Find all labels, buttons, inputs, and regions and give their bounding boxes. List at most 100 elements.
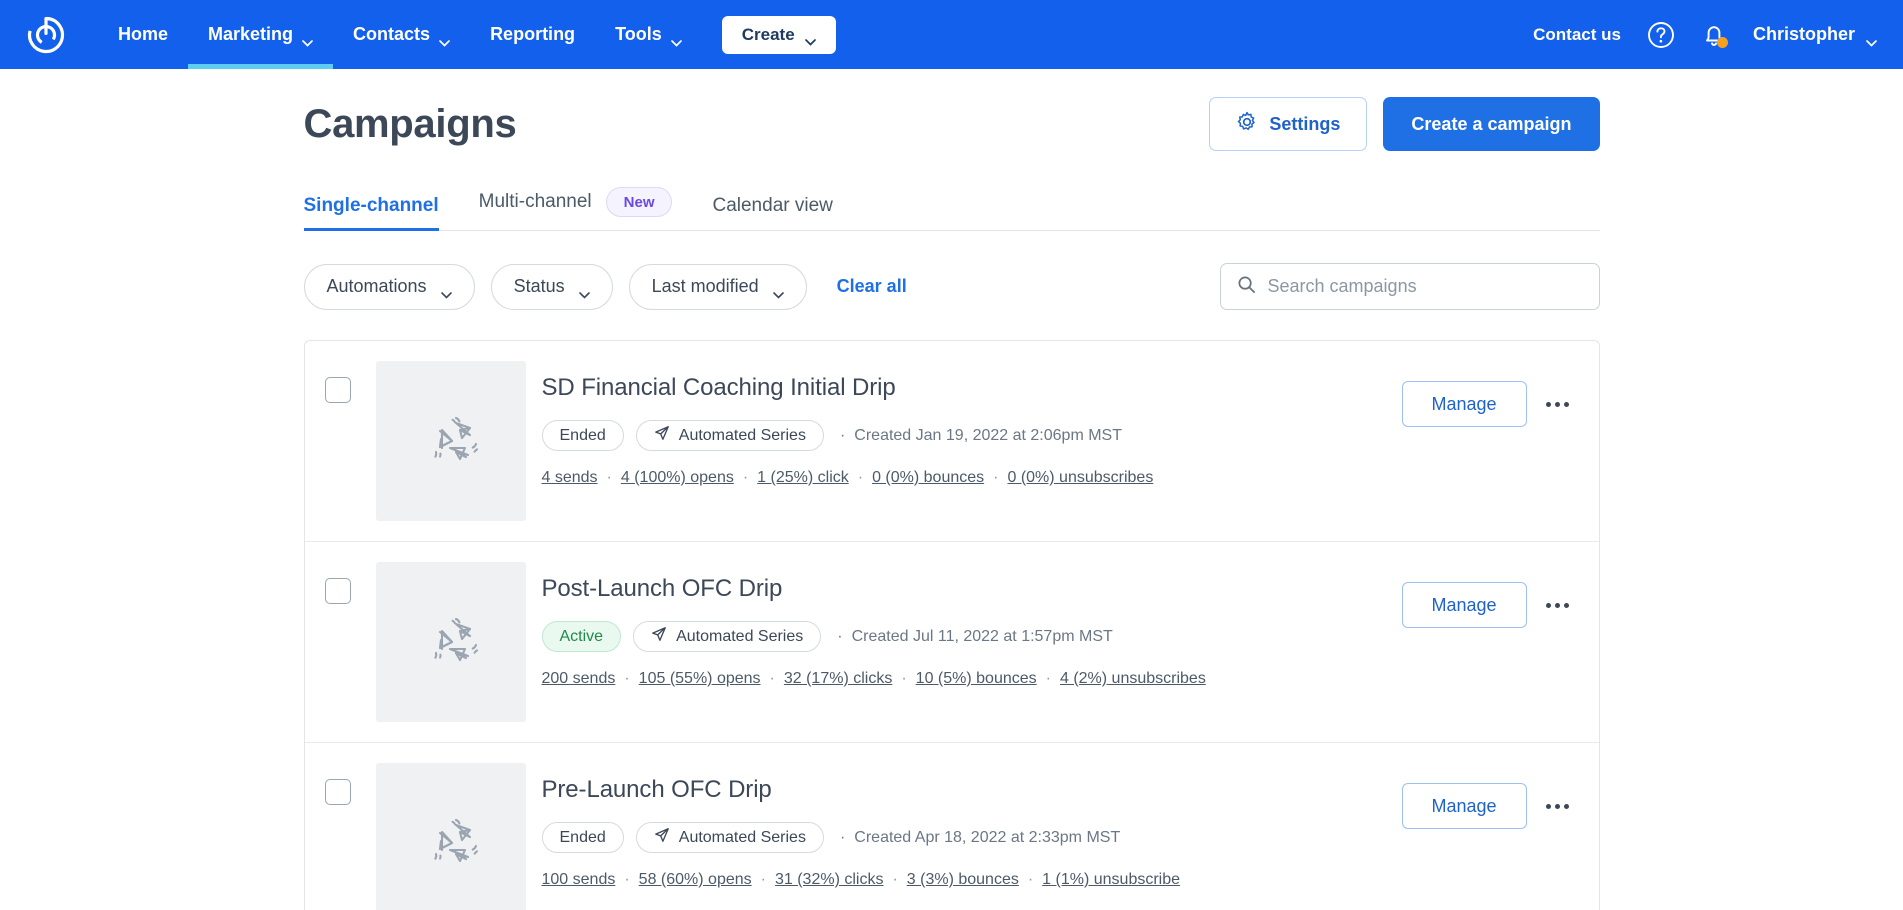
stat-bounces[interactable]: 0 (0%) bounces (872, 469, 984, 486)
bullet-separator: · (624, 670, 629, 687)
stat-unsubscribes[interactable]: 1 (1%) unsubscribe (1042, 871, 1180, 888)
stat-bounces[interactable]: 3 (3%) bounces (907, 871, 1019, 888)
contact-us-link[interactable]: Contact us (1533, 25, 1621, 45)
manage-button[interactable]: Manage (1402, 582, 1527, 628)
created-date: ·Created Jan 19, 2022 at 2:06pm MST (840, 427, 1122, 445)
filter-label: Status (514, 276, 565, 297)
stat-opens[interactable]: 58 (60%) opens (639, 871, 752, 888)
bullet-separator: · (840, 427, 845, 444)
campaign-meta: Ended Automated Series ·Created Apr 18, … (542, 822, 1402, 853)
row-checkbox[interactable] (325, 779, 351, 805)
stat-sends[interactable]: 100 sends (542, 871, 616, 888)
campaign-type-label: Automated Series (679, 829, 806, 847)
nav-item-label: Reporting (490, 24, 575, 45)
manage-button[interactable]: Manage (1402, 381, 1527, 427)
nav-right-group: Contact us Christopher (1533, 21, 1877, 49)
chevron-down-icon (805, 31, 816, 38)
nav-item-contacts[interactable]: Contacts (333, 0, 470, 69)
paper-airplanes-icon (376, 763, 526, 910)
campaign-type-label: Automated Series (676, 628, 803, 646)
nav-item-marketing[interactable]: Marketing (188, 0, 333, 69)
chevron-down-icon (441, 283, 452, 290)
nav-item-home[interactable]: Home (98, 0, 188, 69)
table-row[interactable]: SD Financial Coaching Initial Drip Ended… (305, 341, 1599, 542)
nav-item-label: Home (118, 24, 168, 45)
bullet-separator: · (743, 469, 748, 486)
stat-sends[interactable]: 200 sends (542, 670, 616, 687)
table-row[interactable]: Post-Launch OFC Drip Active Automated Se… (305, 542, 1599, 743)
stat-clicks[interactable]: 31 (32%) clicks (775, 871, 883, 888)
stat-bounces[interactable]: 10 (5%) bounces (916, 670, 1037, 687)
stat-clicks[interactable]: 1 (25%) click (757, 469, 849, 486)
more-options-icon[interactable] (1541, 387, 1575, 421)
nav-item-reporting[interactable]: Reporting (470, 0, 595, 69)
created-date: ·Created Apr 18, 2022 at 2:33pm MST (840, 829, 1120, 847)
tab-multi-channel[interactable]: Multi-channel New (479, 187, 673, 230)
stat-opens[interactable]: 4 (100%) opens (621, 469, 734, 486)
tab-label: Multi-channel (479, 191, 592, 213)
user-menu[interactable]: Christopher (1753, 24, 1877, 45)
filter-status[interactable]: Status (491, 264, 613, 310)
settings-button[interactable]: Settings (1209, 97, 1367, 151)
campaign-type-badge: Automated Series (636, 822, 824, 853)
more-options-icon[interactable] (1541, 789, 1575, 823)
bullet-separator: · (1046, 670, 1051, 687)
create-campaign-button[interactable]: Create a campaign (1383, 97, 1599, 151)
top-navigation-bar: Home Marketing Contacts Reporting Tools … (0, 0, 1903, 69)
campaign-stats: 4 sends · 4 (100%) opens · 1 (25%) click · 0 (… (542, 469, 1402, 487)
page-content: Campaigns Settings Create a campaign (0, 69, 1903, 910)
stat-unsubscribes[interactable]: 0 (0%) unsubscribes (1007, 469, 1153, 486)
more-options-icon[interactable] (1541, 588, 1575, 622)
stat-opens[interactable]: 105 (55%) opens (639, 670, 761, 687)
campaign-stats: 200 sends · 105 (55%) opens · 32 (17%) click… (542, 670, 1402, 688)
nav-item-tools[interactable]: Tools (595, 0, 702, 69)
row-checkbox[interactable] (325, 377, 351, 403)
clear-all-button[interactable]: Clear all (837, 276, 907, 297)
campaign-details: Pre-Launch OFC Drip Ended Automated Seri… (542, 763, 1402, 889)
stat-clicks[interactable]: 32 (17%) clicks (784, 670, 892, 687)
chevron-down-icon (1866, 31, 1877, 38)
table-row[interactable]: Pre-Launch OFC Drip Ended Automated Seri… (305, 743, 1599, 910)
campaign-type-badge: Automated Series (633, 621, 821, 652)
campaign-list: SD Financial Coaching Initial Drip Ended… (304, 340, 1600, 910)
campaign-title[interactable]: SD Financial Coaching Initial Drip (542, 374, 1402, 402)
bullet-separator: · (993, 469, 998, 486)
campaign-title[interactable]: Pre-Launch OFC Drip (542, 776, 1402, 804)
user-menu-label: Christopher (1753, 24, 1855, 45)
campaign-meta: Ended Automated Series ·Created Jan 19, … (542, 420, 1402, 451)
bell-icon[interactable] (1701, 21, 1727, 49)
stat-unsubscribes[interactable]: 4 (2%) unsubscribes (1060, 670, 1206, 687)
filter-automations[interactable]: Automations (304, 264, 475, 310)
bullet-separator: · (837, 628, 842, 645)
search-input[interactable] (1268, 276, 1583, 297)
tab-calendar-view[interactable]: Calendar view (712, 195, 832, 230)
campaign-title[interactable]: Post-Launch OFC Drip (542, 575, 1402, 603)
stat-sends[interactable]: 4 sends (542, 469, 598, 486)
filter-last-modified[interactable]: Last modified (629, 264, 807, 310)
search-campaigns-box[interactable] (1220, 263, 1600, 310)
campaign-details: SD Financial Coaching Initial Drip Ended… (542, 361, 1402, 487)
status-badge: Active (542, 621, 622, 652)
question-circle-icon[interactable] (1647, 21, 1675, 49)
filter-bar: Automations Status Last modified Clear a… (304, 263, 1600, 310)
page-title: Campaigns (304, 102, 517, 147)
notification-dot (1717, 37, 1728, 48)
bullet-separator: · (624, 871, 629, 888)
gear-icon (1236, 111, 1258, 138)
tab-single-channel[interactable]: Single-channel (304, 195, 439, 230)
send-icon (654, 827, 670, 848)
bullet-separator: · (840, 829, 845, 846)
nav-item-label: Contacts (353, 24, 430, 45)
chevron-down-icon (439, 31, 450, 38)
keap-circle-logo[interactable] (24, 13, 68, 57)
row-actions: Manage (1402, 763, 1575, 829)
primary-nav-items: Home Marketing Contacts Reporting Tools (98, 0, 702, 69)
create-button[interactable]: Create (722, 16, 836, 54)
status-badge: Ended (542, 822, 624, 853)
bullet-separator: · (770, 670, 775, 687)
campaign-type-label: Automated Series (679, 427, 806, 445)
tab-label: Single-channel (304, 195, 439, 217)
row-checkbox[interactable] (325, 578, 351, 604)
manage-button[interactable]: Manage (1402, 783, 1527, 829)
bullet-separator: · (858, 469, 863, 486)
